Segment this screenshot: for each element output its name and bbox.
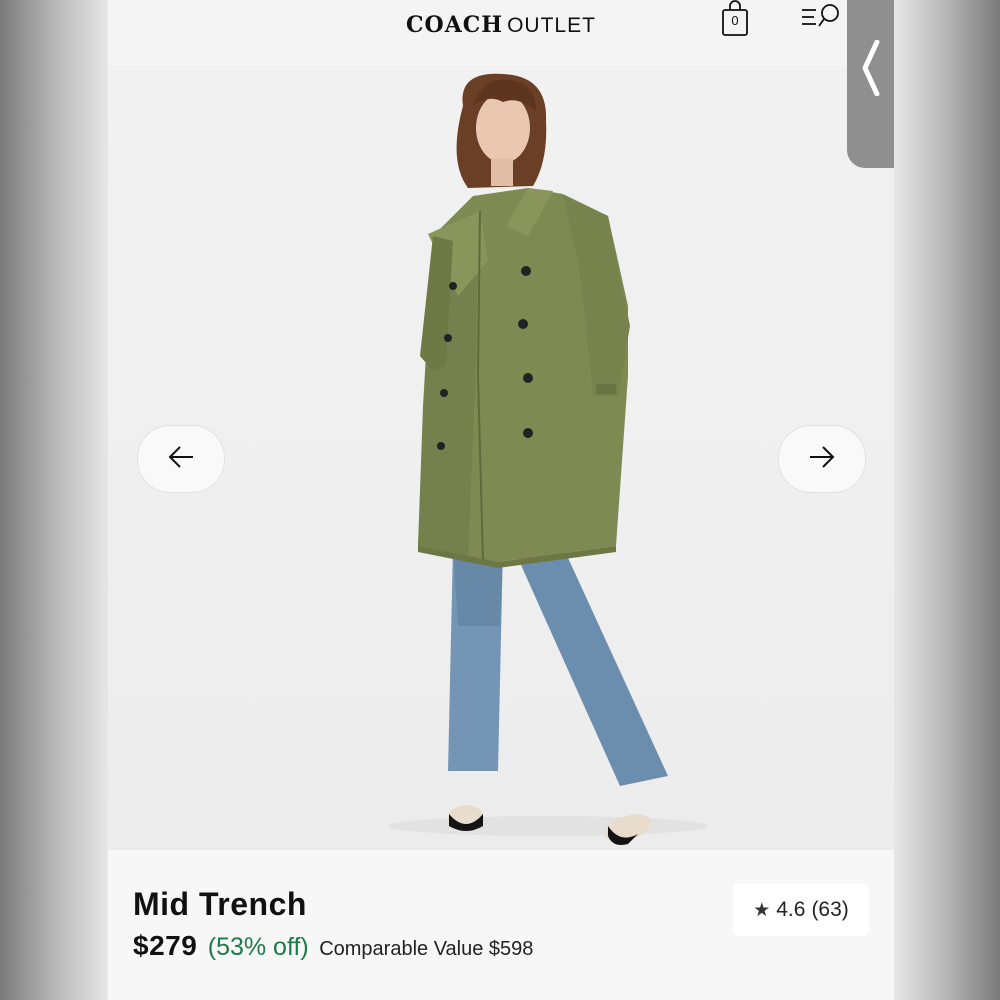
brand-name: COACH <box>406 12 504 38</box>
rating-badge[interactable]: ★ 4.6 (63) <box>733 884 869 936</box>
arrow-right-icon <box>807 445 837 474</box>
product-photo <box>388 73 708 845</box>
gallery-prev-button[interactable] <box>137 425 225 493</box>
star-icon: ★ <box>753 899 771 921</box>
arrow-left-icon <box>166 445 196 474</box>
brand-subtitle: OUTLET <box>507 14 596 37</box>
review-count: (63) <box>811 898 849 921</box>
rating-value: 4.6 <box>776 898 806 921</box>
discount-percent: (53% off) <box>207 933 309 961</box>
back-tab-button[interactable] <box>847 0 894 168</box>
menu-search-button[interactable] <box>800 2 846 36</box>
site-header: COACH OUTLET 0 <box>108 0 894 66</box>
brand-logo[interactable]: COACH OUTLET <box>108 12 894 38</box>
price-row: $279 (53% off) Comparable Value $598 <box>133 930 533 962</box>
shopping-bag-button[interactable]: 0 <box>720 0 750 38</box>
product-image-gallery[interactable] <box>108 66 894 850</box>
bag-count-badge: 0 <box>731 13 739 28</box>
menu-search-icon <box>800 4 846 40</box>
product-info: Mid Trench $279 (53% off) Comparable Val… <box>108 850 894 1000</box>
product-price: $279 <box>133 930 198 961</box>
comparable-value: Comparable Value $598 <box>319 938 534 960</box>
product-screen: COACH OUTLET 0 Mid Trench $279 (53% off)… <box>108 0 894 1000</box>
product-title: Mid Trench <box>133 886 307 922</box>
gallery-next-button[interactable] <box>778 425 866 493</box>
